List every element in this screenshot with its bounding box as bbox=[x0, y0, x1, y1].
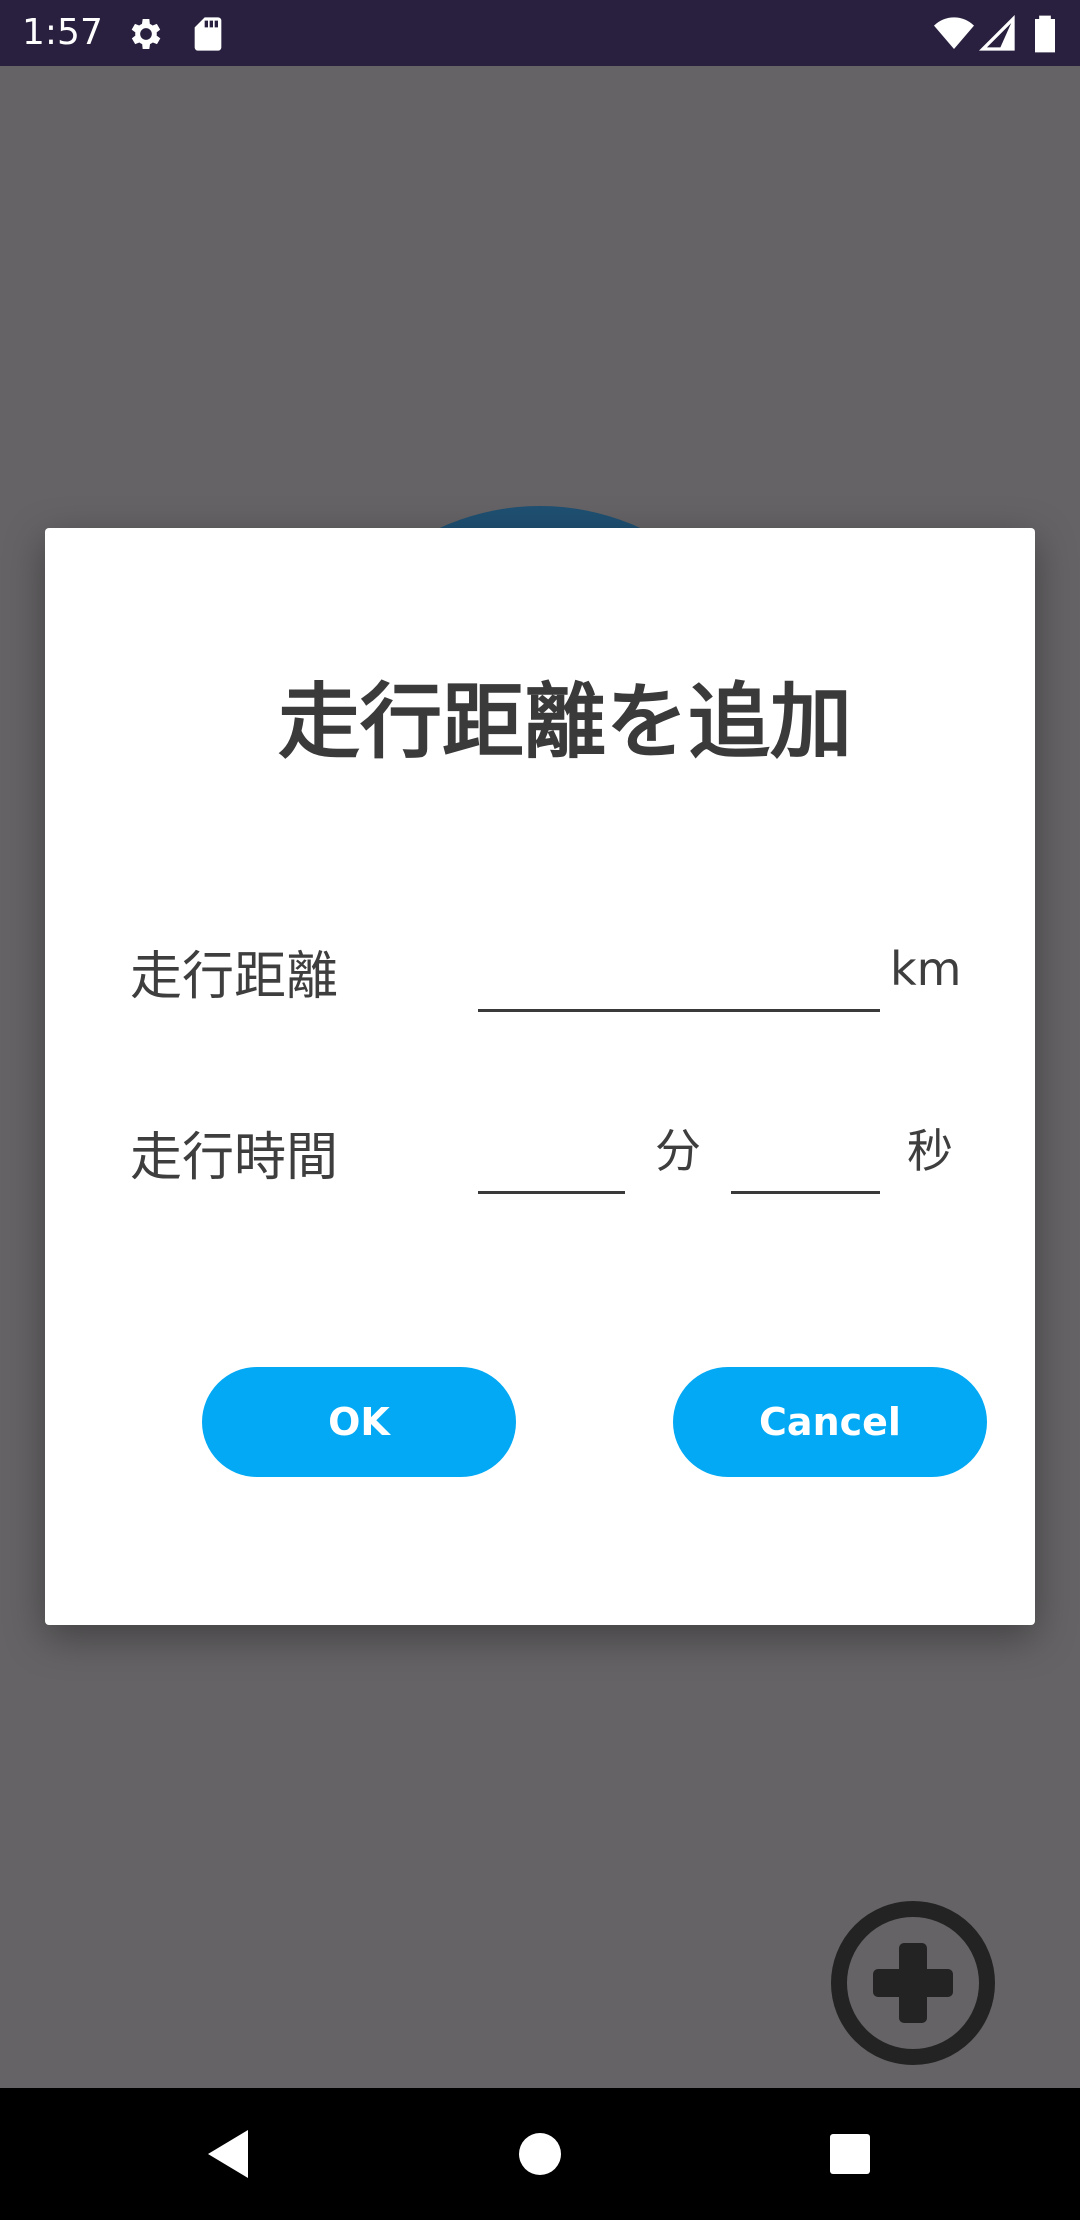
battery-icon bbox=[1030, 14, 1060, 54]
time-label: 走行時間 bbox=[130, 1128, 339, 1188]
distance-unit: km bbox=[890, 942, 962, 996]
add-circle-icon[interactable] bbox=[830, 1900, 996, 2066]
add-distance-dialog: 走行距離を追加 走行距離 km 走行時間 分 秒 OK Cancel bbox=[45, 528, 1035, 1625]
home-icon[interactable] bbox=[500, 2114, 580, 2194]
signal-icon bbox=[978, 14, 1018, 54]
back-icon[interactable] bbox=[190, 2114, 270, 2194]
ok-button[interactable]: OK bbox=[202, 1367, 516, 1477]
sd-card-icon bbox=[188, 14, 228, 54]
cancel-button[interactable]: Cancel bbox=[673, 1367, 987, 1477]
status-time: 1:57 bbox=[22, 12, 103, 53]
minutes-unit: 分 bbox=[655, 1124, 701, 1178]
seconds-input[interactable] bbox=[731, 1124, 880, 1194]
settings-icon bbox=[126, 14, 166, 54]
recents-icon[interactable] bbox=[810, 2114, 890, 2194]
distance-label: 走行距離 bbox=[130, 947, 339, 1007]
seconds-unit: 秒 bbox=[907, 1124, 953, 1178]
wifi-icon bbox=[934, 14, 974, 54]
distance-input[interactable] bbox=[478, 942, 880, 1012]
navigation-bar bbox=[0, 2088, 1080, 2220]
status-bar: 1:57 bbox=[0, 0, 1080, 66]
dialog-title: 走行距離を追加 bbox=[277, 675, 852, 770]
minutes-input[interactable] bbox=[478, 1124, 625, 1194]
